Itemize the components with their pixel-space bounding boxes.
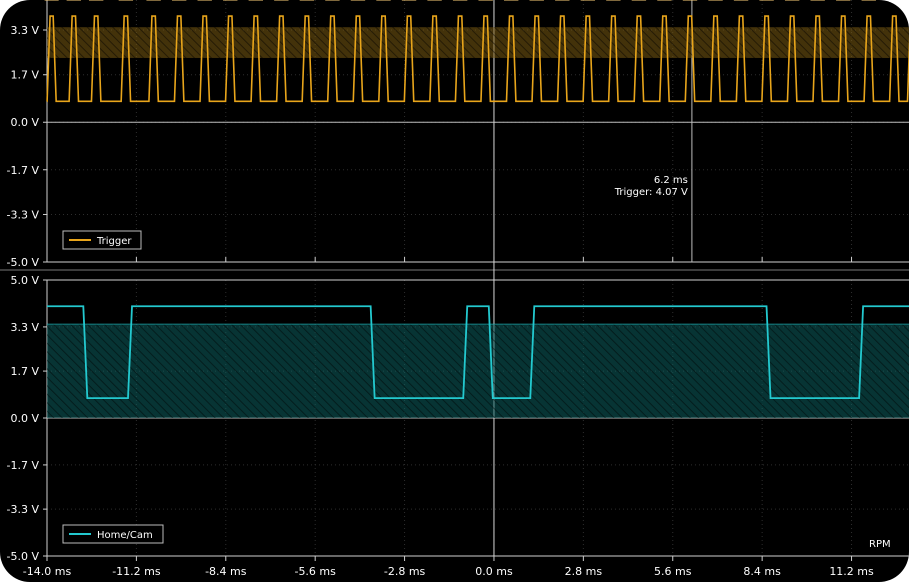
x-tick-label: -5.6 ms: [294, 565, 336, 578]
x-tick-label: -11.2 ms: [112, 565, 161, 578]
cam-y-tick-label: -3.3 V: [7, 503, 40, 516]
cursor-time-label: 6.2 ms: [654, 175, 688, 186]
x-tick-label: 8.4 ms: [743, 565, 781, 578]
trigger-y-tick-label: -5.0 V: [7, 256, 40, 269]
x-tick-label: 2.8 ms: [565, 565, 603, 578]
x-tick-label: 0.0 ms: [475, 565, 513, 578]
cam-legend: Home/Cam: [62, 524, 164, 544]
cam-y-tick-label: 0.0 V: [10, 412, 39, 425]
trigger-legend: Trigger: [62, 230, 142, 250]
x-tick-label: 5.6 ms: [654, 565, 692, 578]
cam-legend-label: Home/Cam: [97, 530, 153, 541]
trigger-y-tick-label: 1.7 V: [10, 69, 39, 82]
cam-y-tick-label: 1.7 V: [10, 365, 39, 378]
cam-y-tick-label: -1.7 V: [7, 459, 40, 472]
x-tick-label: -2.8 ms: [384, 565, 426, 578]
x-tick-label: -8.4 ms: [205, 565, 247, 578]
rpm-label: RPM: [869, 539, 891, 550]
trigger-legend-label: Trigger: [96, 236, 132, 247]
trigger-y-tick-label: 0.0 V: [10, 116, 39, 129]
trigger-y-tick-label: -1.7 V: [7, 164, 40, 177]
scope-window: 3.3 V 1.7 V 0.0 V -1.7 V -3.3 V -5.0 V 5.0 V 3.…: [0, 0, 909, 582]
cursor-value-label: Trigger: 4.07 V: [614, 187, 688, 198]
oscilloscope-chart: 3.3 V 1.7 V 0.0 V -1.7 V -3.3 V -5.0 V 5.0 V 3.…: [0, 0, 909, 578]
cam-threshold-band: [47, 324, 909, 418]
x-tick-label: -14.0 ms: [23, 565, 72, 578]
trigger-y-tick-label: 3.3 V: [10, 24, 39, 37]
trigger-y-tick-label: -3.3 V: [7, 208, 40, 221]
x-tick-label: 11.2 ms: [829, 565, 874, 578]
cam-y-tick-label: -5.0 V: [7, 550, 40, 563]
cam-y-tick-label: 5.0 V: [10, 274, 39, 287]
cam-y-tick-label: 3.3 V: [10, 321, 39, 334]
